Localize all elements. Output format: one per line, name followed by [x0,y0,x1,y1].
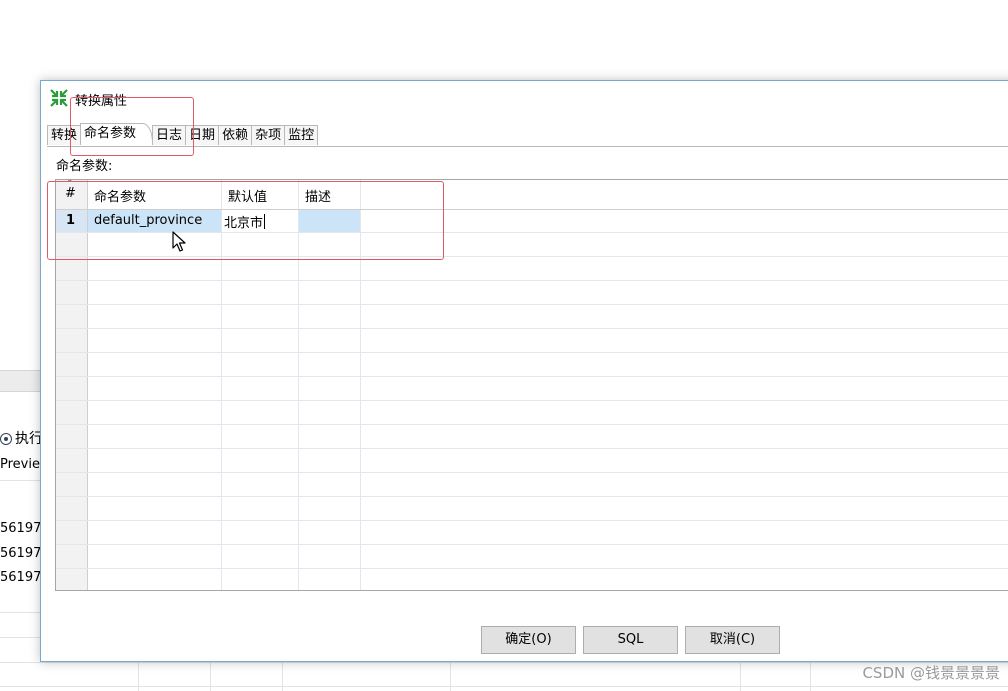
parameter-name-cell[interactable]: default_province [94,213,202,228]
tab-divider [47,146,1008,147]
ok-button[interactable]: 确定(O) [481,626,576,654]
section-label: 命名参数: [56,159,113,174]
text-caret [264,214,266,229]
default-value-text: 北京市 [224,216,264,231]
preview-label: Previe [0,457,40,472]
default-value-cell[interactable]: 北京市 [224,212,266,231]
sql-button[interactable]: SQL [583,626,678,654]
cancel-button[interactable]: 取消(C) [685,626,780,654]
dialog-title: 转换属性 [75,94,128,109]
transformation-icon [50,89,68,107]
execute-label: 执行 [15,431,43,447]
tab-dependencies[interactable]: 依赖 [218,125,253,145]
tab-named-parameters[interactable]: 命名参数 [80,123,154,145]
selected-cell [299,210,360,232]
column-header-description[interactable]: 描述 [305,186,331,205]
tab-transformation[interactable]: 转换 [47,125,82,145]
dialog-title-bar[interactable]: 转换属性 [41,81,1008,115]
mouse-cursor-icon [172,231,186,252]
parameters-table[interactable]: ^ # 命名参数 默认值 描述 1 default_province 北京市 [55,179,1008,591]
row-number-column [56,180,88,590]
tab-dates[interactable]: 日期 [185,125,220,145]
column-header-number[interactable]: # [65,186,76,201]
column-header-default[interactable]: 默认值 [228,186,267,205]
execute-icon [0,433,12,445]
tab-misc[interactable]: 杂项 [251,125,286,145]
watermark: CSDN @钱景景景景 [862,664,1000,682]
background-toolbar-band [0,370,45,392]
tab-logging[interactable]: 日志 [152,125,187,145]
tab-bar: 转换 命名参数 日志 日期 依赖 杂项 监控 [47,123,319,146]
row-number: 1 [66,213,76,228]
column-header-parameter[interactable]: 命名参数 [94,186,146,205]
execute-tab[interactable]: 执行 [0,428,43,448]
transformation-properties-dialog: 转换属性 转换 命名参数 日志 日期 依赖 杂项 监控 命名参数: ^ # 命名… [40,80,1008,662]
tab-monitoring[interactable]: 监控 [284,125,319,145]
